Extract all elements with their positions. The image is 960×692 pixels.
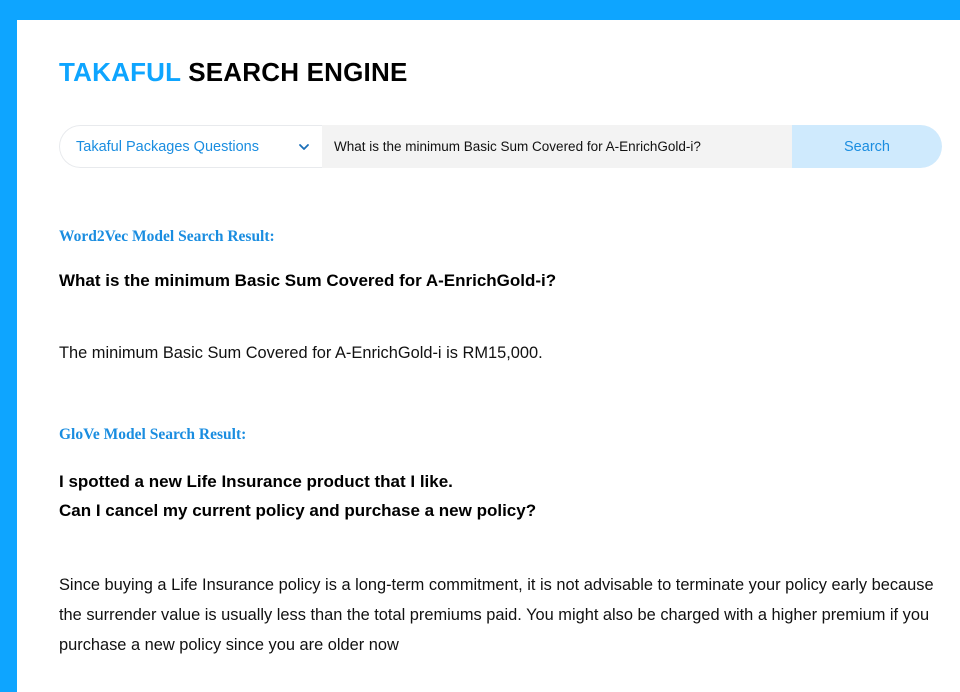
word2vec-result-answer: The minimum Basic Sum Covered for A-Enri… xyxy=(59,344,543,362)
category-select[interactable]: Takaful Packages Questions xyxy=(59,125,322,168)
word2vec-result-heading: Word2Vec Model Search Result: xyxy=(59,228,275,245)
search-input[interactable]: What is the minimum Basic Sum Covered fo… xyxy=(322,125,792,168)
glove-result-answer: Since buying a Life Insurance policy is … xyxy=(59,576,934,654)
word2vec-result-question: What is the minimum Basic Sum Covered fo… xyxy=(59,271,557,290)
title-accent: TAKAFUL xyxy=(59,57,181,87)
search-button[interactable]: Search xyxy=(792,125,942,168)
title-rest: SEARCH ENGINE xyxy=(180,57,408,87)
glove-result-question-line2: Can I cancel my current policy and purch… xyxy=(59,501,537,520)
glove-result-question-line1: I spotted a new Life Insurance product t… xyxy=(59,472,453,491)
page-title: TAKAFUL SEARCH ENGINE xyxy=(59,57,408,88)
chevron-down-icon xyxy=(299,143,309,150)
page-container: TAKAFUL SEARCH ENGINE Takaful Packages Q… xyxy=(17,20,960,692)
search-bar: Takaful Packages Questions What is the m… xyxy=(59,125,942,168)
glove-result-heading: GloVe Model Search Result: xyxy=(59,426,247,443)
category-select-value: Takaful Packages Questions xyxy=(76,138,259,155)
